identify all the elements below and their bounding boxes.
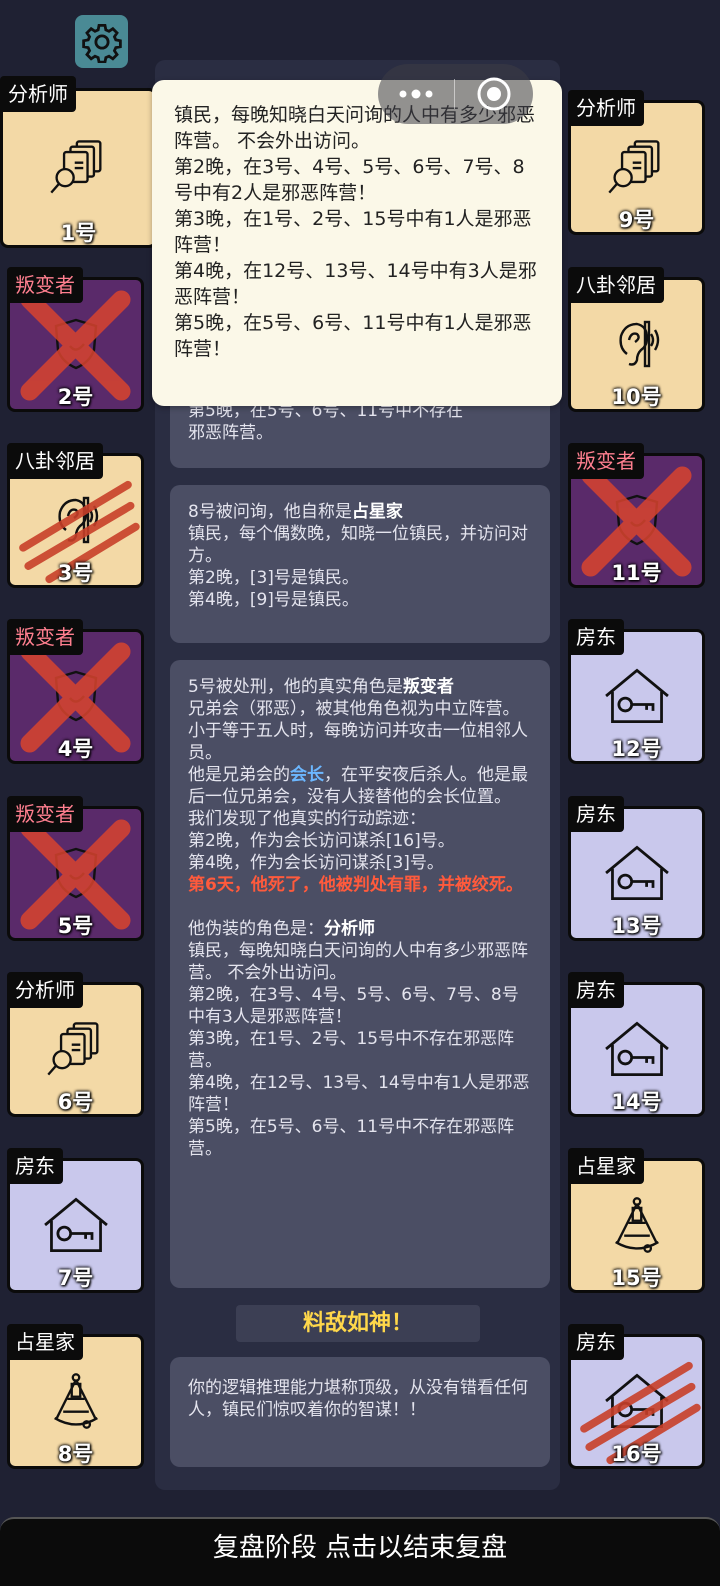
log-line: 第4晚，在12号、13号、14号中有1人是邪恶阵营！ (188, 1073, 530, 1115)
log-line: 第2晚，作为会长访问谋杀[16]号。 (188, 831, 455, 851)
fake-role: 分析师 (324, 919, 375, 939)
player-number: 5号 (57, 914, 94, 938)
ear-icon (571, 300, 702, 387)
end-review-button[interactable]: 复盘阶段 点击以结束复盘 (0, 1517, 720, 1586)
log-line: 第4晚，[9]号是镇民。 (188, 590, 359, 610)
log-line: 镇民，每个偶数晚，知晓一位镇民，并访问对方。 (188, 524, 528, 566)
popup-line: 第3晚，在1号、2号、15号中有1人是邪恶阵营！ (174, 208, 532, 256)
player-number: 3号 (57, 561, 94, 585)
house-key-icon (571, 652, 702, 739)
log-bubble-player8: 8号被问询，他自称是占星家 镇民，每个偶数晚，知晓一位镇民，并访问对方。 第2晚… (170, 485, 550, 643)
log-intro: 8号被问询，他自称是 (188, 502, 352, 522)
claimed-role: 占星家 (351, 502, 403, 522)
more-button[interactable] (378, 64, 454, 124)
player-number: 2号 (57, 385, 94, 409)
player-number: 16号 (611, 1442, 662, 1466)
player-number: 10号 (611, 385, 662, 409)
log-intro: 他伪装的角色是： (188, 919, 324, 939)
settings-button[interactable] (75, 15, 128, 68)
log-line: 第2晚，在3号、4号、5号、6号、7号、8号中有3人是邪恶阵营！ (188, 985, 519, 1027)
role-tag: 分析师 (568, 90, 644, 126)
true-role: 叛变者 (402, 677, 454, 697)
role-tag: 房东 (568, 972, 624, 1008)
role-tag: 叛变者 (568, 443, 644, 479)
player-number: 11号 (611, 561, 662, 585)
log-bubble-player5: 5号被处刑，他的真实角色是叛变者 兄弟会（邪恶），被其他角色视为中立阵营。小于等… (170, 660, 550, 1288)
popup-line: 第4晚，在12号、13号、14号中有3人是邪恶阵营！ (174, 260, 537, 308)
role-tag: 八卦邻居 (568, 267, 664, 303)
log-line: 镇民，每晚知晓白天问询的人中有多少邪恶阵营。 不会外出访问。 (188, 941, 528, 983)
close-miniprogram-button[interactable] (455, 64, 533, 124)
result-banner: 料敌如神！ (236, 1305, 480, 1342)
documents-search-icon (10, 1005, 141, 1092)
miniprogram-capsule (378, 64, 533, 124)
leader-link[interactable]: 会长 (290, 765, 324, 785)
role-tag: 分析师 (7, 972, 83, 1008)
log-text: 他是兄弟会的 (188, 765, 290, 785)
sextant-icon (571, 1181, 702, 1268)
record-close-icon (477, 77, 511, 111)
player-number: 14号 (611, 1090, 662, 1114)
log-line: 第4晚，作为会长访问谋杀[3]号。 (188, 853, 444, 873)
player-number: 15号 (611, 1266, 662, 1290)
role-tag: 占星家 (7, 1324, 83, 1360)
house-key-icon (571, 1005, 702, 1092)
role-info-popup[interactable]: 镇民，每晚知晓白天问询的人中有多少邪恶阵营。 不会外出访问。 第2晚，在3号、4… (152, 80, 562, 406)
player-number: 6号 (57, 1090, 94, 1114)
more-dots-icon (399, 89, 433, 99)
popup-line: 第2晚，在3号、4号、5号、6号、7号、8号中有2人是邪恶阵营！ (174, 156, 525, 204)
role-tag: 房东 (7, 1148, 63, 1184)
player-number: 13号 (611, 914, 662, 938)
gear-icon (81, 23, 122, 63)
player-number: 7号 (57, 1266, 94, 1290)
sextant-icon (10, 1357, 141, 1444)
player-card[interactable]: 1号 (0, 88, 157, 248)
player-number: 9号 (618, 208, 655, 232)
documents-search-icon (571, 123, 702, 210)
role-tag: 叛变者 (7, 796, 83, 832)
player-number: 12号 (611, 737, 662, 761)
role-tag: 房东 (568, 619, 624, 655)
popup-line: 第5晚，在5号、6号、11号中有1人是邪恶阵营！ (174, 312, 532, 360)
log-intro: 5号被处刑，他的真实角色是 (188, 677, 403, 697)
role-tag: 房东 (568, 796, 624, 832)
log-line: 邪恶阵营。 (188, 423, 273, 443)
log-line: 第2晚，[3]号是镇民。 (188, 568, 359, 588)
role-tag: 叛变者 (7, 267, 83, 303)
player-number: 8号 (57, 1442, 94, 1466)
role-tag: 叛变者 (7, 619, 83, 655)
role-description: 兄弟会（邪恶），被其他角色视为中立阵营。小于等于五人时，每晚访问并攻击一位相邻人… (188, 699, 528, 763)
role-tag: 房东 (568, 1324, 624, 1360)
log-line: 我们发现了他真实的行动踪迹： (188, 809, 426, 829)
player-number: 1号 (60, 221, 97, 245)
house-key-icon (10, 1181, 141, 1268)
documents-search-icon (3, 111, 154, 223)
log-line: 第5晚，在5号、6号、11号中不存在邪恶阵营。 (188, 1117, 515, 1159)
player-number: 4号 (57, 737, 94, 761)
role-tag: 八卦邻居 (7, 443, 103, 479)
death-notice: 第6天，他死了，他被判处有罪，并被绞死。 (188, 875, 523, 895)
role-tag: 分析师 (0, 76, 76, 112)
final-comment-bubble: 你的逻辑推理能力堪称顶级，从没有错看任何人，镇民们惊叹着你的智谋！！ (170, 1357, 550, 1467)
role-tag: 占星家 (568, 1148, 644, 1184)
log-line: 第3晚，在1号、2号、15号中不存在邪恶阵营。 (188, 1029, 515, 1071)
house-key-icon (571, 829, 702, 916)
final-comment: 你的逻辑推理能力堪称顶级，从没有错看任何人，镇民们惊叹着你的智谋！！ (188, 1378, 528, 1420)
